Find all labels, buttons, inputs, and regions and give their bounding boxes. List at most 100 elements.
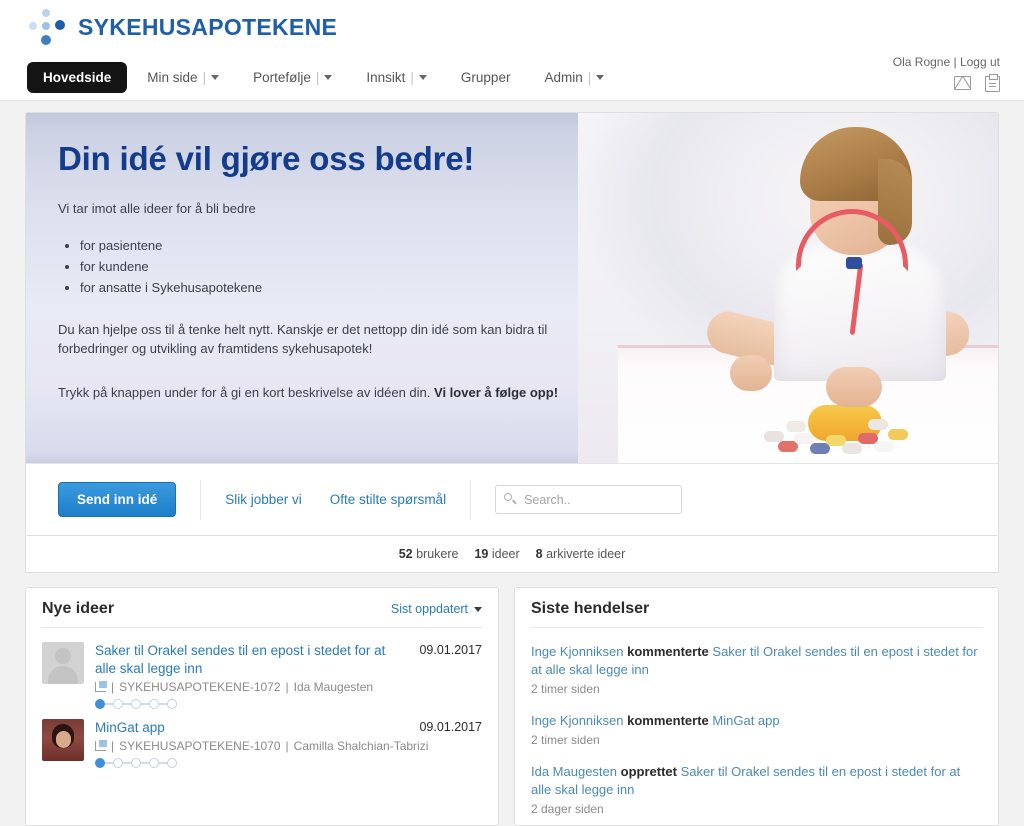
hero-bullet: for pasientene bbox=[80, 235, 586, 256]
screen-icon bbox=[95, 740, 107, 752]
stat-archived: 8 arkiverte ideer bbox=[536, 547, 626, 561]
idea-meta: | SYKEHUSAPOTEKENE-1070 | Camilla Shalch… bbox=[95, 739, 482, 753]
main-navigation: Hovedside Min side | Portefølje | Innsik… bbox=[27, 62, 624, 93]
pills-cluster bbox=[764, 401, 934, 455]
nav-divider: | bbox=[587, 70, 592, 85]
event-time: 2 timer siden bbox=[531, 732, 600, 747]
step-dot bbox=[149, 699, 159, 710]
page-content: Din idé vil gjøre oss bedre! Vi tar imot… bbox=[0, 112, 1024, 826]
top-header: SYKEHUSAPOTEKENE Hovedside Min side | Po… bbox=[0, 0, 1024, 101]
nav-label: Innsikt bbox=[366, 70, 406, 85]
user-separator: | bbox=[953, 55, 957, 69]
chevron-down-icon[interactable] bbox=[324, 75, 333, 80]
step-line bbox=[105, 703, 113, 706]
idea-date: 09.01.2017 bbox=[419, 643, 482, 657]
stat-users-label: brukere bbox=[416, 547, 459, 561]
hero-text-block: Din idé vil gjøre oss bedre! Vi tar imot… bbox=[26, 113, 586, 402]
stat-archived-label: arkiverte ideer bbox=[546, 547, 626, 561]
action-bar: Send inn idé Slik jobber vi Ofte stilte … bbox=[26, 463, 998, 535]
nav-item-min-side[interactable]: Min side | bbox=[133, 63, 233, 92]
how-we-work-link[interactable]: Slik jobber vi bbox=[225, 492, 302, 507]
step-dot bbox=[167, 699, 177, 710]
event-text: Inge Kjonniksen kommenterte MinGat app bbox=[531, 712, 982, 730]
step-dot bbox=[113, 758, 123, 769]
event-actor: Inge Kjonniksen bbox=[531, 644, 624, 659]
faq-link[interactable]: Ofte stilte spørsmål bbox=[330, 492, 446, 507]
hero-intro: Vi tar imot alle ideer for å bli bedre bbox=[58, 201, 256, 217]
hero-banner: Din idé vil gjøre oss bedre! Vi tar imot… bbox=[26, 113, 998, 463]
nav-item-hovedside[interactable]: Hovedside bbox=[27, 62, 128, 93]
hero-card: Din idé vil gjøre oss bedre! Vi tar imot… bbox=[25, 112, 999, 536]
new-ideas-panel: Nye ideer Sist oppdatert Saker til Orake… bbox=[25, 587, 499, 826]
nav-divider: | bbox=[315, 70, 320, 85]
event-row: Ida Maugesten opprettet Saker til Orakel… bbox=[531, 756, 982, 825]
step-line bbox=[159, 703, 167, 706]
event-row: Inge Kjonniksen kommenterte MinGat app 2… bbox=[531, 705, 982, 756]
sort-dropdown[interactable]: Sist oppdatert bbox=[391, 602, 482, 616]
user-area: Ola Rogne | Logg ut bbox=[893, 55, 1000, 92]
nav-label: Grupper bbox=[460, 70, 511, 85]
hero-bullet-list: for pasientene for kundene for ansatte i… bbox=[58, 235, 586, 298]
search-icon bbox=[504, 493, 513, 501]
brand-logo[interactable]: SYKEHUSAPOTEKENE bbox=[27, 7, 337, 47]
recent-events-panel: Siste hendelser Inge Kjonniksen kommente… bbox=[514, 587, 999, 826]
hero-bullet: for ansatte i Sykehusapotekene bbox=[80, 277, 586, 298]
event-time: 2 timer siden bbox=[531, 681, 600, 696]
step-dot bbox=[113, 699, 123, 710]
logout-link[interactable]: Logg ut bbox=[960, 55, 1000, 69]
step-dot bbox=[149, 758, 159, 769]
pill bbox=[794, 433, 814, 444]
event-actor: Ida Maugesten bbox=[531, 763, 618, 779]
nav-divider: | bbox=[410, 70, 414, 85]
nav-label: Hovedside bbox=[43, 70, 112, 85]
pill bbox=[842, 443, 862, 454]
stat-archived-count: 8 bbox=[535, 547, 543, 561]
event-target-link[interactable]: MinGat app bbox=[712, 713, 779, 728]
brand-name: SYKEHUSAPOTEKENE bbox=[78, 13, 338, 40]
event-row: Inge Kjonniksen kommenterte Saker til Or… bbox=[531, 636, 982, 705]
nav-item-admin[interactable]: Admin | bbox=[530, 63, 618, 92]
stat-users: 52 brukere bbox=[399, 547, 459, 561]
chevron-down-icon[interactable] bbox=[596, 75, 605, 80]
event-verb: kommenterte bbox=[627, 712, 709, 728]
search-input[interactable] bbox=[522, 491, 673, 508]
idea-reference: SYKEHUSAPOTEKENE-1070 bbox=[119, 739, 281, 754]
nav-label: Portefølje bbox=[253, 70, 311, 85]
idea-meta: | SYKEHUSAPOTEKENE-1072 | Ida Maugesten bbox=[95, 680, 482, 694]
nav-item-grupper[interactable]: Grupper bbox=[447, 63, 525, 92]
divider bbox=[470, 479, 472, 520]
step-line bbox=[105, 762, 113, 765]
step-dot bbox=[95, 699, 105, 710]
step-line bbox=[123, 703, 131, 706]
idea-row[interactable]: Saker til Orakel sendes til en epost i s… bbox=[42, 636, 482, 713]
clipboard-icon[interactable] bbox=[985, 74, 1000, 92]
nav-item-portefolje[interactable]: Portefølje | bbox=[239, 63, 346, 92]
nav-item-innsikt[interactable]: Innsikt | bbox=[352, 63, 441, 92]
idea-body: Saker til Orakel sendes til en epost i s… bbox=[95, 642, 482, 710]
user-line: Ola Rogne | Logg ut bbox=[893, 55, 1000, 69]
hero-paragraph-2-emphasis: Vi lover å følge opp! bbox=[434, 384, 559, 400]
stats-bar: 52 brukere 19 ideer 8 arkiverte ideer bbox=[25, 536, 999, 573]
event-text: Inge Kjonniksen kommenterte Saker til Or… bbox=[531, 643, 982, 679]
chevron-down-icon[interactable] bbox=[211, 75, 220, 80]
event-verb: opprettet bbox=[620, 763, 677, 779]
nav-label: Admin bbox=[544, 70, 583, 85]
chevron-down-icon[interactable] bbox=[418, 75, 427, 80]
idea-title-link[interactable]: Saker til Orakel sendes til en epost i s… bbox=[95, 642, 409, 678]
event-text: Ida Maugesten opprettet Saker til Orakel… bbox=[531, 763, 982, 799]
pill bbox=[786, 421, 806, 432]
stethoscope-chestpiece bbox=[846, 257, 862, 269]
event-time: 2 dager siden bbox=[531, 801, 604, 816]
hero-paragraph-2: Trykk på knappen under for å gi en kort … bbox=[58, 383, 570, 403]
pill bbox=[888, 429, 908, 440]
idea-row[interactable]: MinGat app 09.01.2017 | SYKEHUSAPOTEKENE… bbox=[42, 713, 482, 772]
search-box[interactable] bbox=[495, 485, 683, 514]
idea-title-link[interactable]: MinGat app bbox=[95, 719, 165, 737]
pill bbox=[868, 419, 888, 430]
sort-label: Sist oppdatert bbox=[390, 602, 468, 616]
hero-paragraph-2-text: Trykk på knappen under for å gi en kort … bbox=[58, 384, 435, 400]
event-verb: kommenterte bbox=[627, 644, 709, 659]
submit-idea-button[interactable]: Send inn idé bbox=[58, 482, 177, 517]
mail-icon[interactable] bbox=[954, 76, 971, 90]
panel-header: Nye ideer Sist oppdatert bbox=[42, 600, 482, 628]
